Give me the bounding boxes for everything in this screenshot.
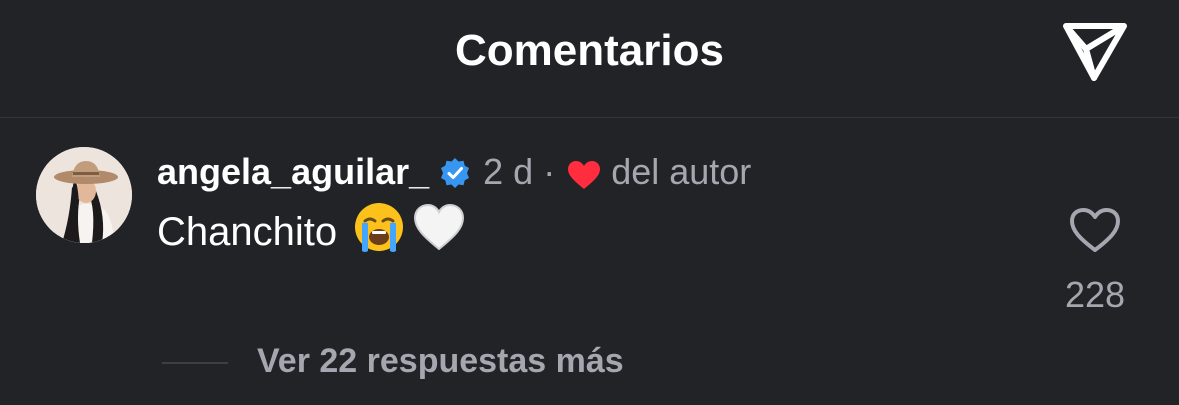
comment-text: Chanchito <box>157 209 338 254</box>
username[interactable]: angela_aguilar_ <box>157 151 429 193</box>
comment-item: angela_aguilar_ 2 d · del autor Chanchit… <box>0 118 1179 405</box>
comment-meta: angela_aguilar_ 2 d · del autor <box>157 148 751 196</box>
page-title: Comentarios <box>455 26 724 75</box>
comment-text-row: Chanchito <box>157 201 465 263</box>
like-count: 228 <box>1064 274 1126 315</box>
replies-divider <box>162 362 228 364</box>
profile-picture <box>36 147 132 243</box>
crying-face-emoji-icon <box>353 201 405 263</box>
separator-dot: · <box>543 151 556 192</box>
author-heart-icon <box>567 157 601 189</box>
share-button[interactable] <box>1058 18 1132 84</box>
comment-time: 2 d <box>483 151 534 192</box>
like-button[interactable] <box>1068 206 1122 254</box>
view-replies-button[interactable]: Ver 22 respuestas más <box>257 342 624 381</box>
white-heart-emoji-icon <box>413 203 465 261</box>
verified-badge-icon <box>439 156 471 188</box>
heart-outline-icon <box>1070 208 1120 252</box>
avatar[interactable] <box>36 147 132 243</box>
comments-header: Comentarios <box>0 0 1179 118</box>
send-icon <box>1063 23 1127 81</box>
liked-by-author-label: del autor <box>611 151 752 192</box>
